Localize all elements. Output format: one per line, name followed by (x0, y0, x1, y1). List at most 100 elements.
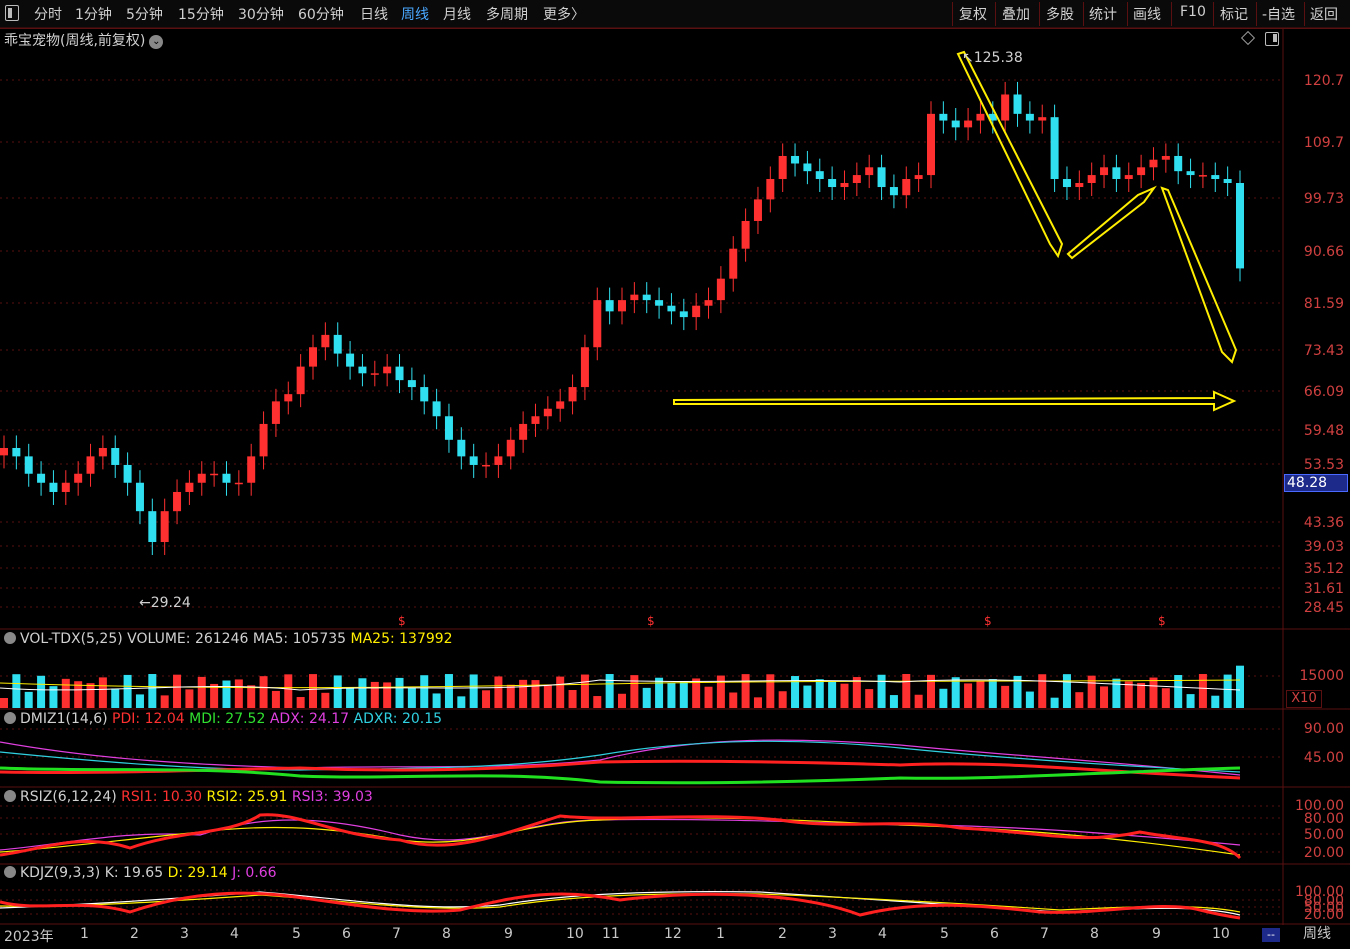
ma5-key: MA5: (252, 631, 289, 647)
volume-bar (840, 683, 849, 708)
volume-bar (803, 685, 812, 708)
time-axis-label: 7 (1040, 926, 1049, 942)
candle-body (346, 353, 355, 367)
rsi-axis-20: 20.00 (1303, 845, 1344, 861)
candle-body (296, 366, 305, 395)
dmi-indicator-label[interactable]: DMIZ1(14,6) PDI: 12.04 MDI: 27.52 ADX: 2… (4, 711, 442, 727)
time-axis-label: 9 (504, 926, 513, 942)
footer-dash-box[interactable]: -- (1262, 928, 1280, 942)
kline-chart[interactable]: $ $ $ $ (0, 0, 1350, 949)
candle-body (98, 447, 107, 457)
time-axis-label: 5 (940, 926, 949, 942)
kdj-indicator-label[interactable]: KDJZ(9,3,3) K: 19.65 D: 29.14 J: 0.66 (4, 865, 277, 881)
dividend-marker: $ (647, 614, 655, 628)
time-axis-label: 4 (878, 926, 887, 942)
volume-bar (346, 687, 355, 708)
volume-bar (704, 686, 713, 708)
arrow-horizontal (673, 390, 1237, 412)
price-axis-label: 81.59 (1303, 296, 1344, 312)
k-value: 19.65 (123, 865, 164, 881)
candle-body (531, 416, 540, 424)
adxr-value: 20.15 (401, 711, 443, 727)
candle-body (580, 347, 589, 388)
candle-body (778, 155, 787, 180)
volume-bar (247, 685, 256, 708)
candle-body (766, 179, 775, 200)
price-axis-label: 66.09 (1303, 384, 1344, 400)
candle-body (840, 182, 849, 188)
volume-bar (1149, 677, 1158, 708)
volume-name: VOL-TDX(5,25) (20, 631, 123, 647)
volume-bar (135, 694, 144, 708)
candle-body (927, 113, 935, 176)
candle-body (1038, 117, 1047, 121)
candle-body (815, 171, 824, 180)
arrow-down-1 (956, 50, 1064, 259)
candle-body (37, 473, 46, 483)
volume-bar (12, 674, 21, 708)
volume-ma5-line (0, 679, 1241, 691)
dmi-mdi-line (0, 766, 1241, 785)
candle-body (716, 278, 725, 301)
candle-body (1186, 171, 1195, 176)
time-axis-label: 2 (778, 926, 787, 942)
volume-bar (432, 693, 441, 708)
rsi3-key: RSI3: (291, 789, 329, 805)
candle-body (877, 167, 886, 188)
ma25-value: 137992 (399, 631, 453, 647)
volume-bar (420, 675, 429, 708)
time-axis-label: 1 (716, 926, 725, 942)
high-value: 125.38 (973, 50, 1023, 66)
volume-bar (1198, 674, 1207, 708)
volume-bar (370, 681, 379, 708)
time-axis-label: 12 (664, 926, 682, 942)
volume-axis-top: 15000 (1299, 668, 1344, 684)
indicator-menu-icon[interactable] (4, 712, 16, 724)
footer-period-label[interactable]: 周线 (1284, 925, 1350, 947)
volume-bar (86, 683, 95, 708)
volume-value: 261246 (194, 631, 249, 647)
candle-body (655, 300, 664, 306)
time-axis-label: 9 (1152, 926, 1161, 942)
volume-bar (98, 677, 107, 708)
rsi-indicator-label[interactable]: RSIZ(6,12,24) RSI1: 10.30 RSI2: 25.91 RS… (4, 789, 373, 805)
candle-body (852, 175, 861, 183)
time-axis-label: 1 (80, 926, 89, 942)
price-axis-label: 109.7 (1303, 135, 1344, 151)
candle-body (210, 473, 219, 476)
candle-body (197, 473, 206, 483)
mdi-key: MDI: (189, 711, 221, 727)
candle-body (692, 305, 701, 318)
candle-body (741, 220, 750, 249)
candle-body (1013, 94, 1022, 114)
low-annotation: ←29.24 (139, 595, 191, 611)
candle-body (889, 187, 898, 196)
candle-body (123, 464, 132, 483)
volume-bar (1161, 688, 1170, 708)
candle-body (506, 439, 515, 457)
volume-indicator-label[interactable]: VOL-TDX(5,25) VOLUME: 261246 MA5: 105735… (4, 631, 453, 647)
volume-bar (605, 674, 614, 708)
candle-body (1198, 175, 1207, 177)
price-axis-label: 120.7 (1303, 73, 1344, 89)
candle-body (1236, 182, 1244, 269)
rsi3-value: 39.03 (332, 789, 373, 805)
volume-bar (185, 689, 194, 708)
indicator-menu-icon[interactable] (4, 866, 16, 878)
candle-body (284, 394, 293, 402)
volume-key: VOLUME: (127, 631, 191, 647)
candle-body (593, 300, 602, 348)
volume-bar (741, 674, 750, 708)
candle-body (271, 401, 280, 424)
volume-bar (358, 678, 367, 708)
indicator-menu-icon[interactable] (4, 632, 16, 644)
indicator-menu-icon[interactable] (4, 790, 16, 802)
volume-bar (296, 697, 305, 708)
time-axis-label: 3 (828, 926, 837, 942)
candle-body (618, 300, 626, 312)
dividend-marker: $ (984, 614, 992, 628)
candle-body (556, 401, 565, 409)
candle-body (49, 482, 58, 492)
time-axis-label: 2 (130, 926, 139, 942)
volume-bar (24, 691, 33, 708)
